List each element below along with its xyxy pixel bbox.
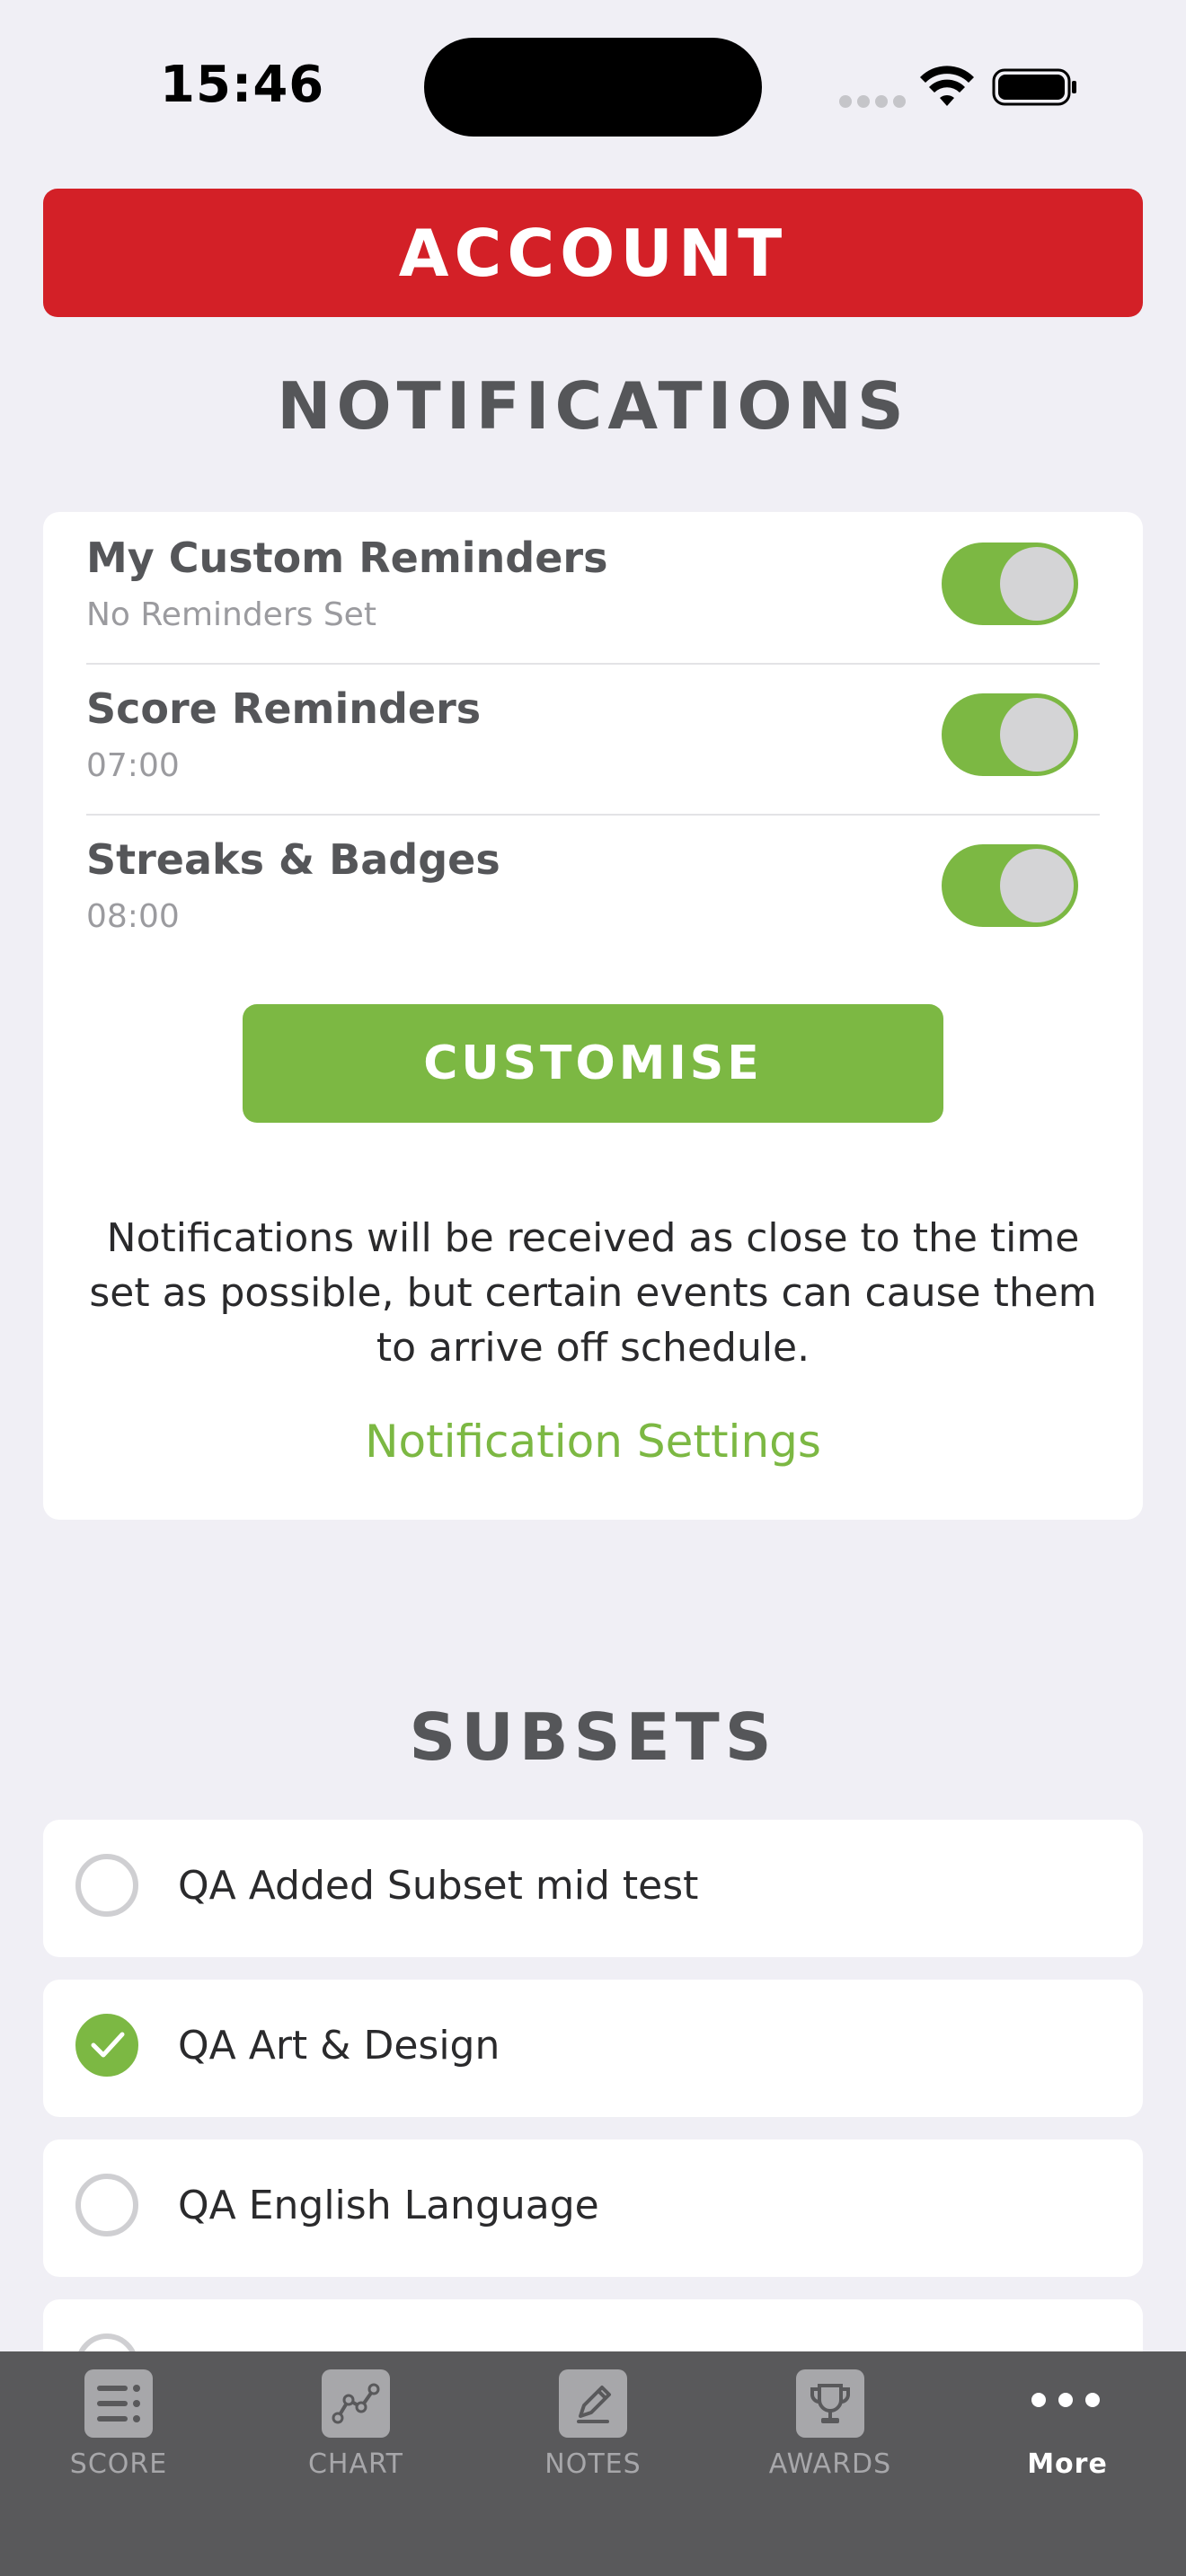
tab-more[interactable]: More: [949, 2351, 1186, 2531]
dynamic-island: [424, 38, 762, 137]
notification-label: My Custom Reminders: [86, 534, 608, 582]
notification-row-streaks-badges: Streaks & Badges 08:00: [86, 814, 1100, 965]
tab-score[interactable]: SCORE: [0, 2351, 237, 2531]
trophy-icon: [796, 2369, 864, 2438]
notification-subtext: No Reminders Set: [86, 596, 376, 633]
more-dots-icon: [1031, 2393, 1100, 2407]
tab-notes[interactable]: NOTES: [474, 2351, 712, 2531]
notification-label: Score Reminders: [86, 684, 482, 733]
page-title: ACCOUNT: [398, 215, 788, 291]
notifications-title: NOTIFICATIONS: [277, 368, 909, 444]
checkmark-icon[interactable]: [75, 2014, 138, 2077]
streaks-badges-toggle[interactable]: [942, 844, 1078, 927]
subset-item[interactable]: QA English Language: [43, 2139, 1143, 2277]
notification-label: Streaks & Badges: [86, 835, 500, 884]
customise-button[interactable]: CUSTOMISE: [243, 1004, 943, 1123]
notifications-info-text: Notifications will be received as close …: [89, 1215, 1097, 1371]
notification-row-score-reminders: Score Reminders 07:00: [86, 663, 1100, 816]
subset-item[interactable]: QA Added Subset mid test: [43, 1820, 1143, 1957]
notification-subtext: 07:00: [86, 747, 180, 784]
tab-label: AWARDS: [768, 2448, 892, 2480]
tab-awards[interactable]: AWARDS: [712, 2351, 949, 2531]
tab-label: SCORE: [69, 2448, 168, 2480]
subset-item[interactable]: QA Art & Design: [43, 1980, 1143, 2117]
tab-label: NOTES: [544, 2448, 642, 2480]
tab-label: CHART: [307, 2448, 403, 2480]
subsets-title: SUBSETS: [409, 1699, 777, 1775]
tab-bar: SCORE CHART NOTES AWARDS More: [0, 2351, 1186, 2576]
tab-label: More: [1027, 2448, 1108, 2480]
wifi-icon: [920, 66, 974, 106]
status-time: 15:46: [160, 56, 325, 114]
notification-settings-link[interactable]: Notification Settings: [43, 1416, 1143, 1468]
chart-icon: [322, 2369, 390, 2438]
notification-subtext: 08:00: [86, 898, 180, 935]
account-header: ACCOUNT: [43, 189, 1143, 317]
custom-reminders-toggle[interactable]: [942, 543, 1078, 625]
radio-unchecked-icon[interactable]: [75, 1854, 138, 1917]
notification-row-custom-reminders: My Custom Reminders No Reminders Set: [86, 512, 1100, 665]
score-list-icon: [84, 2369, 153, 2438]
subset-label: QA Added Subset mid test: [178, 1863, 699, 1909]
radio-unchecked-icon[interactable]: [75, 2174, 138, 2236]
subset-label: QA Art & Design: [178, 2023, 500, 2069]
tab-chart[interactable]: CHART: [237, 2351, 474, 2531]
notes-pencil-icon: [559, 2369, 627, 2438]
notifications-card: My Custom Reminders No Reminders Set Sco…: [43, 512, 1143, 1520]
score-reminders-toggle[interactable]: [942, 693, 1078, 776]
subset-label: QA English Language: [178, 2183, 599, 2228]
signal-dots-icon: [839, 95, 906, 108]
battery-icon: [992, 68, 1076, 106]
